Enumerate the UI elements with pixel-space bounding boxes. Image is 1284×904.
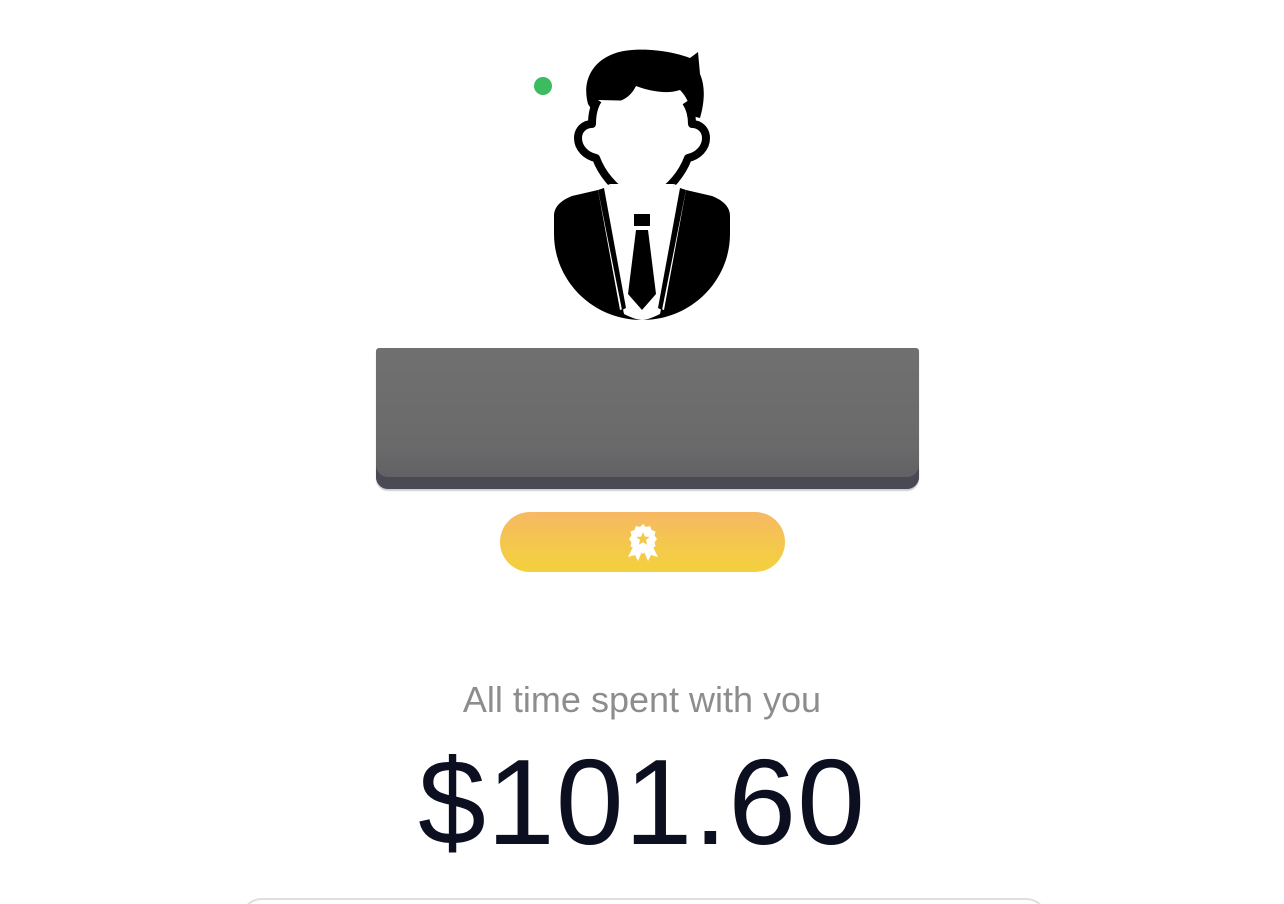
avatar[interactable] [540,44,744,328]
profile-screen: All time spent with you $101.60 [0,0,1284,904]
rank-badge-button[interactable] [500,512,785,572]
profile-name-redacted [376,348,919,489]
award-ribbon-icon [627,524,658,561]
spent-label: All time spent with you [462,679,822,720]
businessman-avatar-icon [554,49,730,320]
spent-amount: $101.60 [418,734,866,870]
bottom-card [240,898,1048,904]
